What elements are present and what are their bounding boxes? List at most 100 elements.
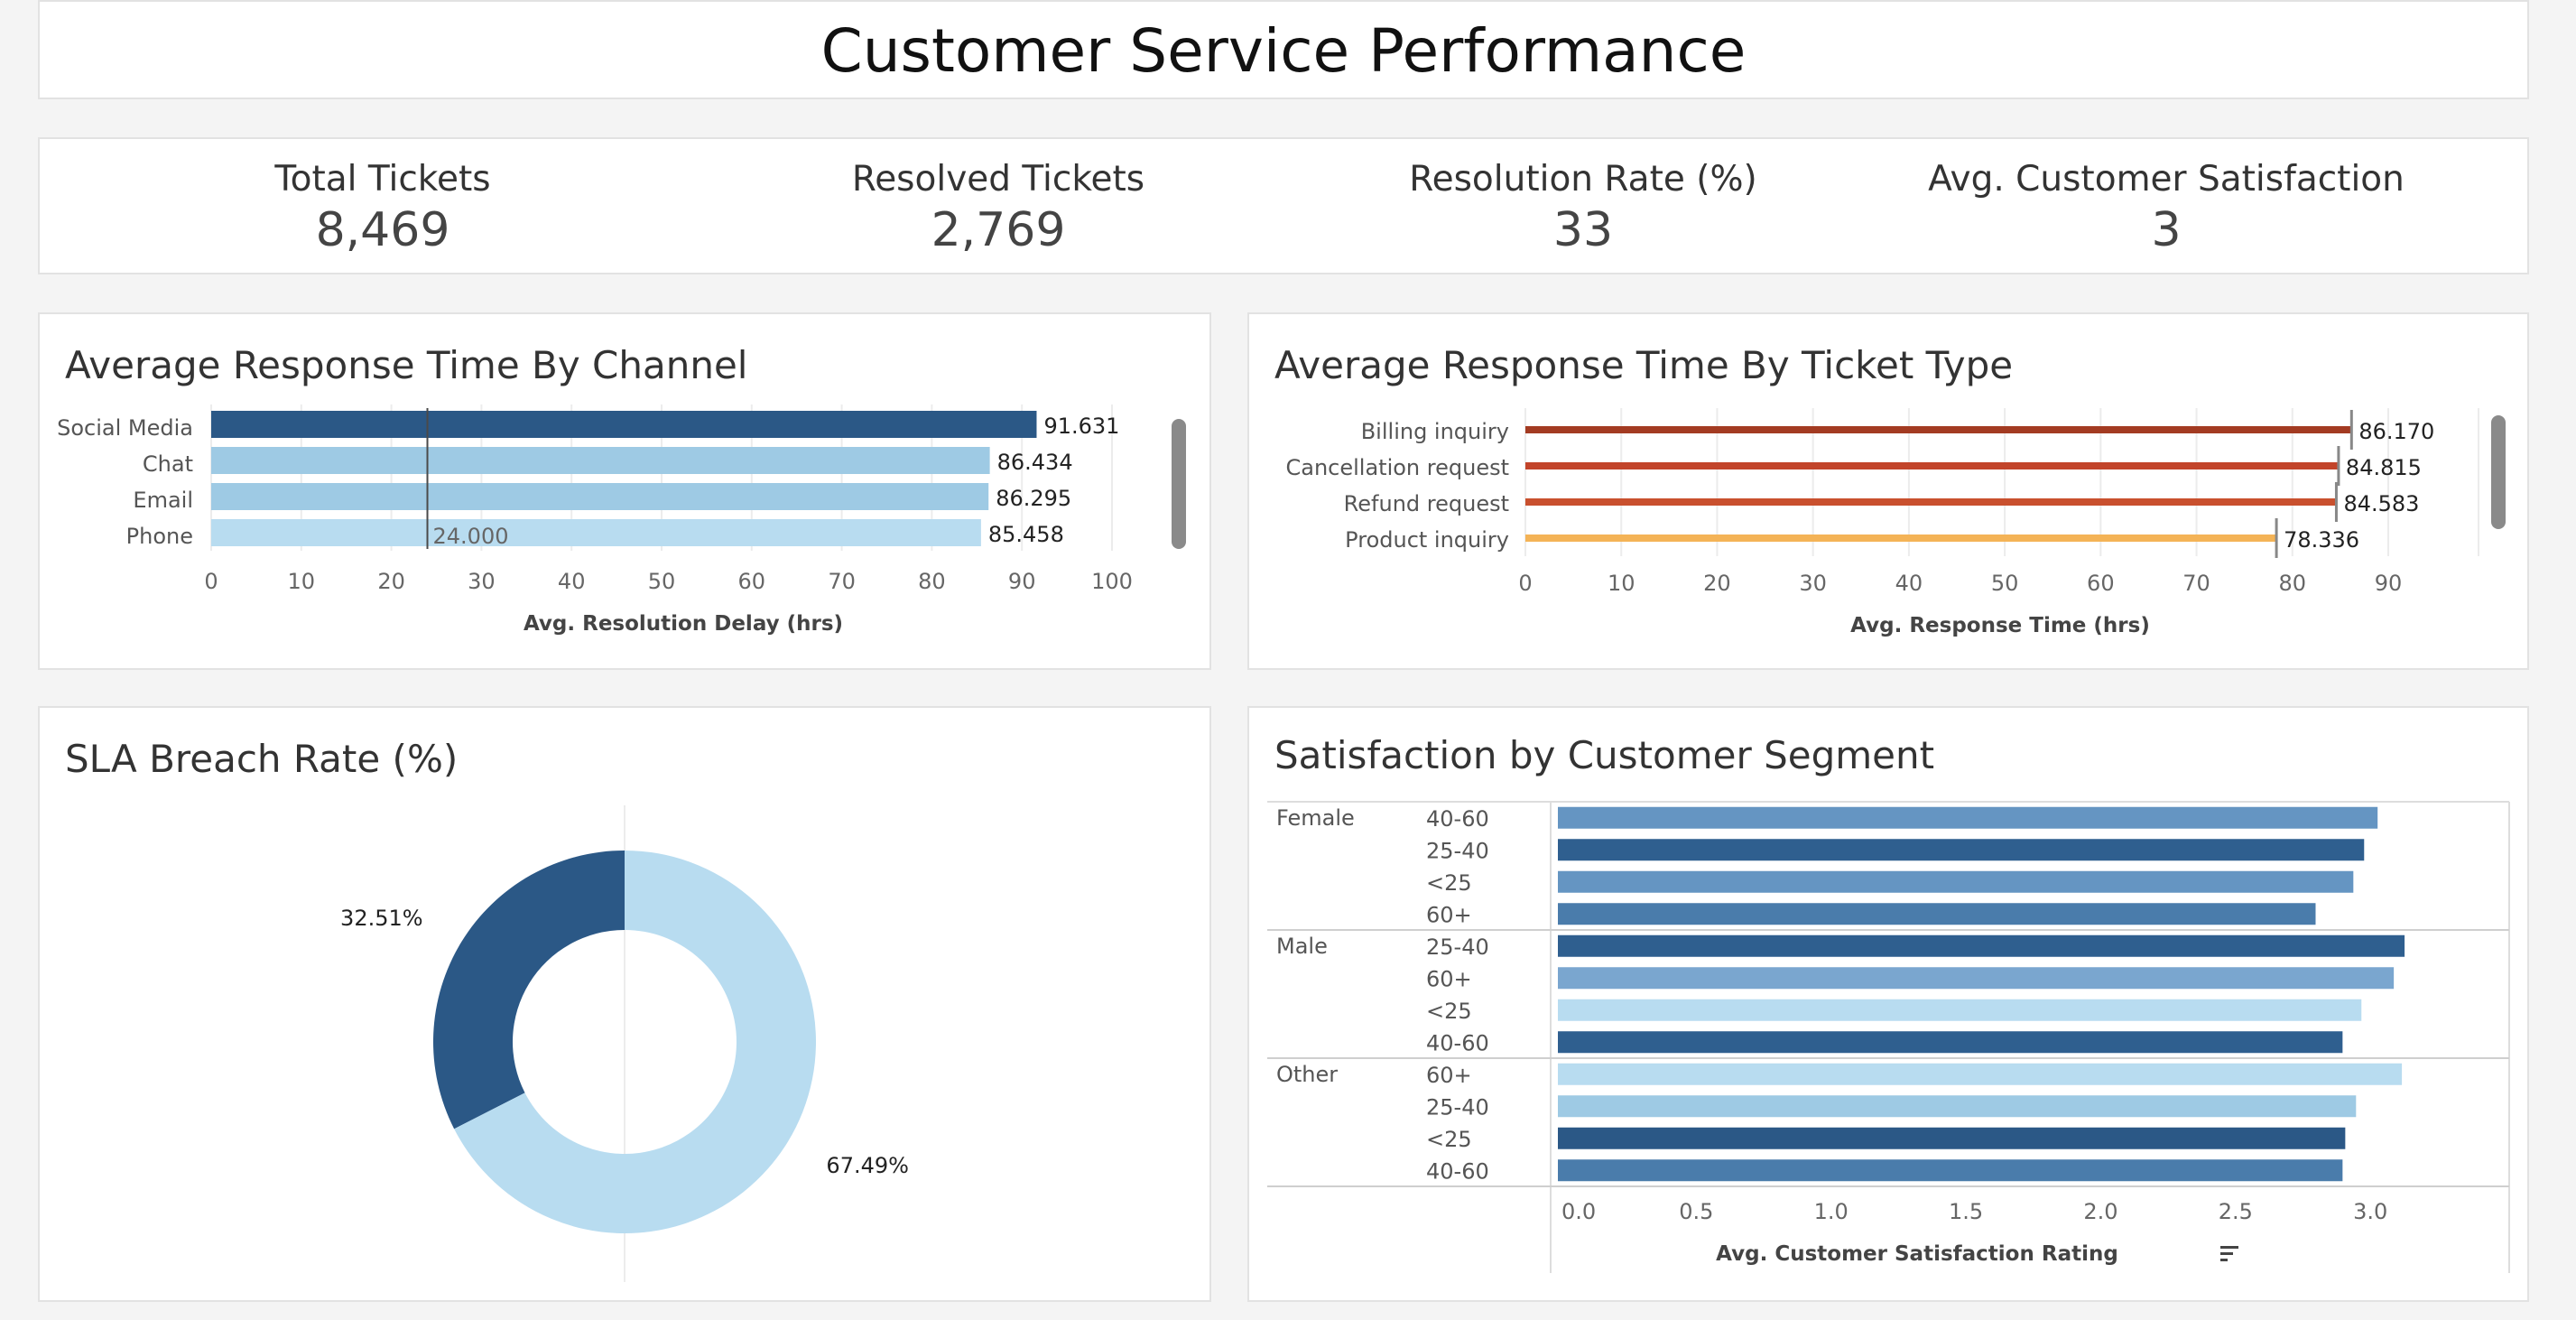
sort-icon — [2220, 1259, 2228, 1261]
kpi-label: Avg. Customer Satisfaction — [1928, 159, 2405, 200]
bar — [211, 447, 990, 474]
chart-scrollbar[interactable] — [1172, 419, 1186, 549]
segment-group-label: Other — [1276, 1062, 1338, 1087]
donut-slice — [432, 851, 625, 1129]
bar — [1558, 934, 2405, 957]
age-band-label: 40-60 — [1426, 1158, 1489, 1184]
tick-label: 40 — [1895, 571, 1923, 596]
tick-label: 50 — [648, 569, 676, 594]
x-axis-title: Avg. Response Time (hrs) — [1850, 614, 2150, 637]
bar — [1558, 1127, 2346, 1149]
age-band-label: <25 — [1426, 999, 1472, 1024]
x-axis-title: Avg. Customer Satisfaction Rating — [1716, 1242, 2118, 1266]
tick-label: 30 — [1799, 571, 1827, 596]
bar — [1558, 1095, 2357, 1118]
age-band-label: 40-60 — [1426, 806, 1489, 832]
segment-group-label: Female — [1276, 805, 1355, 831]
tick-label: 0.0 — [1561, 1199, 1596, 1224]
bar — [1558, 1031, 2343, 1054]
category-label: Product inquiry — [1345, 527, 1509, 553]
age-band-label: 60+ — [1426, 902, 1472, 927]
value-label: 78.336 — [2284, 527, 2359, 553]
tick-label: 3.0 — [2353, 1199, 2387, 1224]
kpi-label: Total Tickets — [274, 159, 491, 200]
kpi-avg-satisfaction: Avg. Customer Satisfaction 3 — [1895, 159, 2437, 257]
tick-label: 2.0 — [2083, 1199, 2117, 1224]
bar — [1558, 903, 2316, 925]
kpi-resolved-tickets: Resolved Tickets 2,769 — [727, 159, 1269, 257]
ticket-type-chart-panel: Average Response Time By Ticket Type Bil… — [1247, 312, 2529, 670]
category-label: Refund request — [1344, 491, 1509, 516]
dashboard-title: Customer Service Performance — [820, 16, 1747, 86]
segment-chart-panel: Satisfaction by Customer Segment Female 4… — [1247, 706, 2529, 1302]
tick-label: 90 — [1008, 569, 1036, 594]
kpi-value: 3 — [2151, 203, 2182, 257]
tick-label: 70 — [2182, 571, 2210, 596]
bar — [1525, 426, 2352, 433]
kpi-value: 33 — [1552, 203, 1614, 257]
tick-label: 1.0 — [1814, 1199, 1849, 1224]
tick-label: 70 — [828, 569, 856, 594]
bar — [1558, 1063, 2403, 1085]
tick-label: 60 — [738, 569, 766, 594]
channel-bar-chart: Social Media 91.631 Chat 86.434 Email 86.295 P… — [57, 404, 1133, 636]
age-band-label: 25-40 — [1426, 1094, 1489, 1120]
tick-label: 30 — [468, 569, 496, 594]
bar — [1525, 462, 2339, 469]
age-band-label: 60+ — [1426, 966, 1472, 991]
tick-label: 20 — [1703, 571, 1731, 596]
value-label: 84.583 — [2343, 491, 2419, 516]
category-label: Social Media — [57, 415, 193, 441]
kpi-value: 2,769 — [931, 203, 1066, 257]
age-band-label: 25-40 — [1426, 838, 1489, 863]
age-band-label: 25-40 — [1426, 934, 1489, 960]
tick-label: 10 — [288, 569, 316, 594]
tick-label: 60 — [2087, 571, 2115, 596]
category-label: Billing inquiry — [1361, 419, 1509, 444]
bar — [1558, 967, 2395, 990]
value-label: 84.815 — [2346, 455, 2422, 480]
bar — [1525, 535, 2277, 542]
tick-label: 90 — [2375, 571, 2403, 596]
bar — [1558, 806, 2378, 829]
value-label: 91.631 — [1043, 414, 1119, 439]
chart-scrollbar[interactable] — [2491, 415, 2506, 529]
channel-chart-panel: Average Response Time By Channel Social … — [38, 312, 1211, 670]
segment-bar-chart: Female 40-60 25-40 <25 60+ Male 25-40 60+ <25 40-… — [1267, 801, 2510, 1273]
kpi-value: 8,469 — [315, 203, 450, 257]
age-band-label: 60+ — [1426, 1063, 1472, 1088]
tick-label: 100 — [1091, 569, 1133, 594]
tick-label: 20 — [377, 569, 405, 594]
bar — [211, 411, 1037, 438]
reference-line-label: 24.000 — [433, 524, 509, 549]
category-label: Phone — [126, 524, 193, 549]
category-label: Email — [133, 488, 193, 513]
bar — [1525, 498, 2337, 506]
sla-chart-panel: SLA Breach Rate (%) 32.51% 67.49% — [38, 706, 1211, 1302]
x-axis-title: Avg. Resolution Delay (hrs) — [524, 612, 843, 636]
bar — [1558, 999, 2362, 1021]
sla-donut-chart: 32.51% 67.49% — [340, 805, 909, 1282]
tick-label: 1.5 — [1949, 1199, 1983, 1224]
kpi-strip: Total Tickets 8,469 Resolved Tickets 2,7… — [38, 137, 2529, 274]
age-band-label: <25 — [1426, 1127, 1472, 1152]
ticket-type-bar-chart: Billing inquiry 86.170 Cancellation reques… — [1285, 408, 2479, 637]
bar — [211, 519, 981, 546]
title-banner: Customer Service Performance — [38, 0, 2529, 99]
bar — [211, 483, 989, 510]
tick-label: 2.5 — [2219, 1199, 2253, 1224]
kpi-total-tickets: Total Tickets 8,469 — [112, 159, 653, 257]
slice-label: 67.49% — [826, 1153, 909, 1178]
value-label: 85.458 — [988, 522, 1064, 547]
tick-label: 80 — [918, 569, 946, 594]
kpi-label: Resolution Rate (%) — [1409, 159, 1757, 200]
tick-label: 0 — [1518, 571, 1532, 596]
kpi-resolution-rate: Resolution Rate (%) 33 — [1312, 159, 1854, 257]
slice-label: 32.51% — [340, 906, 423, 931]
value-label: 86.170 — [2358, 419, 2434, 444]
sort-icon — [2220, 1246, 2238, 1249]
value-label: 86.434 — [997, 450, 1073, 475]
age-band-label: 40-60 — [1426, 1030, 1489, 1055]
tick-label: 0.5 — [1679, 1199, 1713, 1224]
age-band-label: <25 — [1426, 870, 1472, 896]
